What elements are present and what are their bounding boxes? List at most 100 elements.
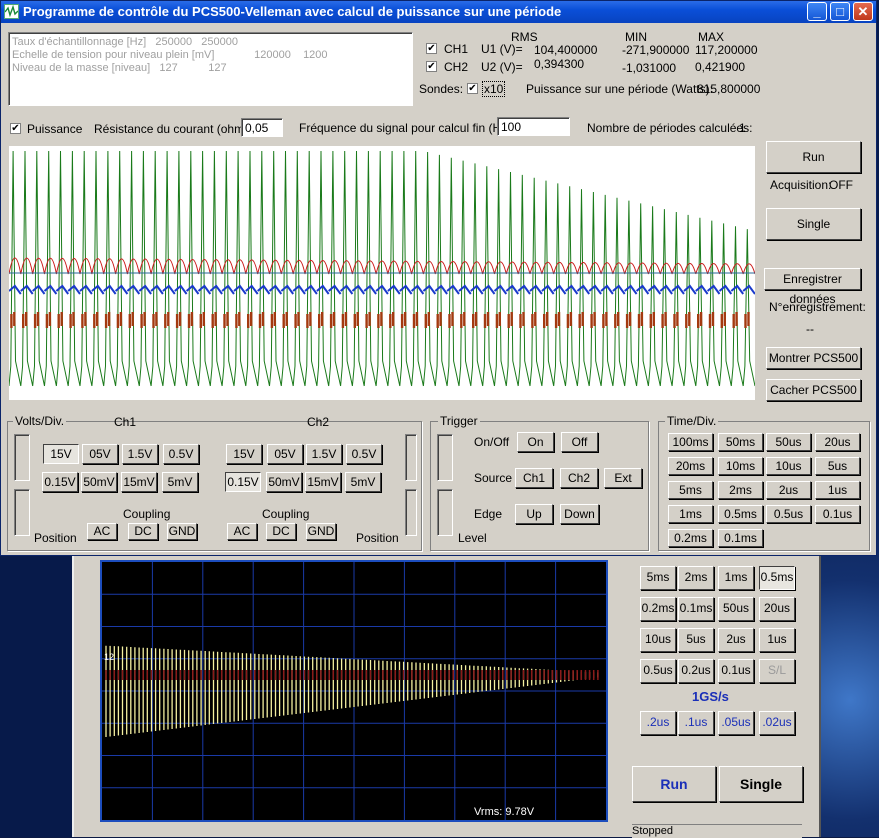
frequence-input[interactable]: 100 (497, 117, 570, 136)
volts-ch2-row1-0[interactable]: 15V (226, 444, 262, 464)
periodes-value: 1 (739, 121, 746, 135)
volts-ch1-row1-2[interactable]: 1.5V (122, 444, 158, 464)
volts-ch2-row2-3[interactable]: 5mV (345, 472, 381, 492)
single-button[interactable]: Single (766, 208, 861, 240)
timediv-button[interactable]: 0.1us (815, 505, 860, 523)
pcs500-timebase-button[interactable]: 50us (718, 597, 754, 621)
ch2-coupling-dc[interactable]: DC (266, 523, 296, 540)
timediv-button[interactable]: 1us (815, 481, 860, 499)
timediv-button[interactable]: 5ms (668, 481, 713, 499)
ch1-volts-slider[interactable] (14, 434, 30, 481)
trigger-level-label: Level (458, 531, 487, 545)
timediv-button[interactable]: 0.1ms (718, 529, 763, 547)
pcs500-timebase-button[interactable]: S/L (759, 659, 795, 683)
timediv-button[interactable]: 20us (815, 433, 860, 451)
volts-ch2-row1-2[interactable]: 1.5V (306, 444, 342, 464)
trigger-source-ch2[interactable]: Ch2 (560, 468, 598, 488)
ch1-coupling-gnd[interactable]: GND (167, 523, 197, 540)
timediv-button[interactable]: 50us (766, 433, 811, 451)
pcs500-timebase-button[interactable]: 0.1us (718, 659, 754, 683)
pcs500-timebase-button[interactable]: 5ms (640, 566, 676, 590)
probes-x10-checkbox[interactable]: ✔ (467, 83, 478, 94)
ch2-coupling-gnd[interactable]: GND (306, 523, 336, 540)
volts-ch1-row2-3[interactable]: 5mV (162, 472, 198, 492)
app-icon (4, 4, 19, 19)
trigger-level-slider-top[interactable] (437, 434, 453, 481)
trigger-edge-down[interactable]: Down (560, 504, 599, 524)
volts-ch1-row2-0[interactable]: 0.15V (42, 472, 78, 492)
frequence-label: Fréquence du signal pour calcul fin (Hz)… (299, 121, 515, 135)
pcs500-marker: 12 (104, 652, 115, 662)
volts-ch2-row1-3[interactable]: 0.5V (346, 444, 382, 464)
pcs500-timebase-button[interactable]: 10us (640, 628, 676, 652)
title-bar: Programme de contrôle du PCS500-Velleman… (1, 1, 876, 23)
timediv-button[interactable]: 50ms (718, 433, 763, 451)
volts-ch2-row1-1[interactable]: 05V (267, 444, 303, 464)
timediv-button[interactable]: 10ms (718, 457, 763, 475)
timediv-button[interactable]: 0.5us (766, 505, 811, 523)
ch1-coupling-ac[interactable]: AC (87, 523, 117, 540)
volts-ch2-row2-0[interactable]: 0.15V (225, 472, 261, 492)
pcs500-timebase-button[interactable]: 0.5ms (759, 566, 795, 590)
pcs500-timebase-button[interactable]: 1ms (718, 566, 754, 590)
enregistrer-button[interactable]: Enregistrer données (764, 268, 861, 306)
pcs500-timebase-button[interactable]: 0.5us (640, 659, 676, 683)
pcs500-run-button[interactable]: Run (632, 766, 716, 802)
pcs500-timebase-button[interactable]: 20us (759, 597, 795, 621)
ch1-coupling-dc[interactable]: DC (128, 523, 158, 540)
trigger-on-button[interactable]: On (517, 432, 554, 452)
timediv-button[interactable]: 2us (766, 481, 811, 499)
volts-ch2-row2-1[interactable]: 50mV (266, 472, 302, 492)
pcs500-fast-timebase-button[interactable]: .2us (640, 711, 676, 735)
ch2-coupling-ac[interactable]: AC (227, 523, 257, 540)
resistance-input[interactable]: 0,05 (241, 118, 283, 137)
pcs500-timebase-button[interactable]: 0.2us (678, 659, 714, 683)
trigger-source-ch1[interactable]: Ch1 (515, 468, 553, 488)
close-button[interactable]: ✕ (853, 2, 873, 21)
trigger-edge-up[interactable]: Up (515, 504, 553, 524)
ch2-volts-slider[interactable] (405, 434, 417, 481)
timediv-button[interactable]: 20ms (668, 457, 713, 475)
ch1-checkbox[interactable]: ✔ (426, 43, 437, 54)
timediv-button[interactable]: 10us (766, 457, 811, 475)
pcs500-single-button[interactable]: Single (719, 766, 803, 802)
pcs500-timebase-button[interactable]: 0.2ms (640, 597, 676, 621)
info-panel: Taux d'échantillonnage [Hz] 250000 25000… (8, 32, 413, 106)
timediv-button[interactable]: 100ms (668, 433, 713, 451)
pcs500-timebase-button[interactable]: 2ms (678, 566, 714, 590)
timediv-button[interactable]: 5us (815, 457, 860, 475)
ch2-rms: 0,394300 (534, 57, 585, 71)
montrer-button[interactable]: Montrer PCS500 (766, 347, 861, 369)
probes-x10-label: x10 (482, 81, 506, 97)
trigger-source-ext[interactable]: Ext (604, 468, 642, 488)
run-button[interactable]: Run (766, 141, 861, 173)
timediv-button[interactable]: 2ms (718, 481, 763, 499)
ch1-position-slider[interactable] (14, 489, 30, 536)
maximize-button[interactable]: □ (830, 2, 850, 21)
volts-ch1-row1-0[interactable]: 15V (43, 444, 79, 464)
timediv-button[interactable]: 0.5ms (718, 505, 763, 523)
ch2-checkbox[interactable]: ✔ (426, 61, 437, 72)
timediv-button[interactable]: 1ms (668, 505, 713, 523)
pcs500-timebase-button[interactable]: 2us (718, 628, 754, 652)
puissance-label: Puissance (27, 122, 83, 136)
volts-ch1-row1-1[interactable]: 05V (82, 444, 118, 464)
timediv-button[interactable]: 0.2ms (668, 529, 713, 547)
pcs500-timebase-button[interactable]: 0.1ms (678, 597, 714, 621)
volts-ch1-row1-3[interactable]: 0.5V (163, 444, 199, 464)
volts-ch2-row2-2[interactable]: 15mV (305, 472, 341, 492)
pcs500-fast-timebase-button[interactable]: .05us (718, 711, 754, 735)
minimize-button[interactable]: _ (807, 2, 827, 21)
trigger-level-slider[interactable] (437, 489, 453, 536)
volts-ch1-row2-2[interactable]: 15mV (121, 472, 157, 492)
pcs500-timebase-button[interactable]: 1us (759, 628, 795, 652)
pcs500-timebase-button[interactable]: 5us (678, 628, 714, 652)
puissance-checkbox[interactable]: ✔ (10, 123, 21, 134)
cacher-button[interactable]: Cacher PCS500 (766, 379, 861, 401)
pcs500-fast-timebase-button[interactable]: .02us (759, 711, 795, 735)
trigger-off-button[interactable]: Off (561, 432, 598, 452)
volts-ch1-row2-1[interactable]: 50mV (81, 472, 117, 492)
pcs500-fast-timebase-button[interactable]: .1us (678, 711, 714, 735)
ch2-position-slider[interactable] (405, 489, 417, 536)
max-header: MAX (698, 30, 725, 44)
